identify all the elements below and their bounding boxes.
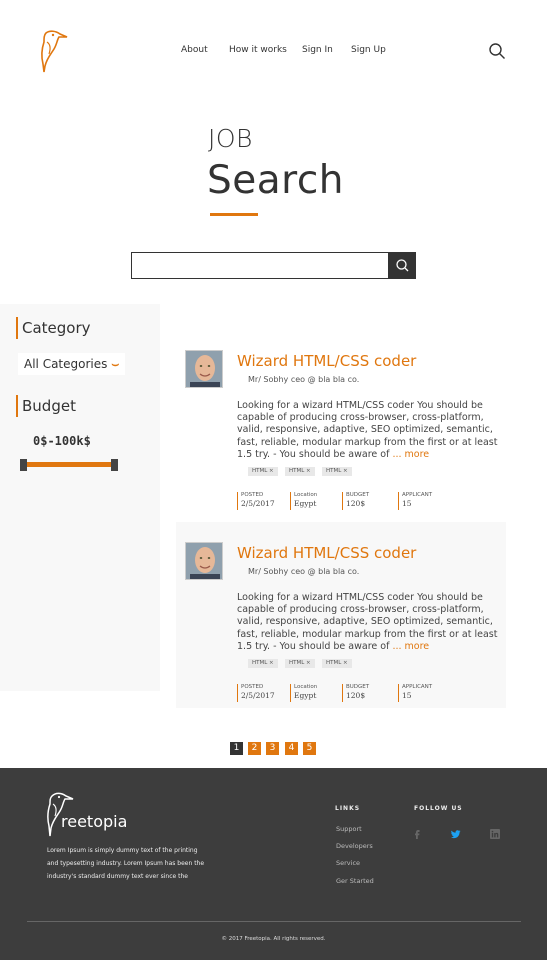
job-poster: Mr/ Sobhy ceo @ bla bla co.	[248, 567, 360, 576]
category-selected-value: All Categories	[24, 357, 108, 371]
meta-label: BUDGET	[346, 684, 370, 690]
footer-link-get-started[interactable]: Ger Started	[336, 877, 374, 885]
footer-copyright: © 2017 Freetopia. All rights reserved.	[221, 936, 326, 942]
meta-location: Location Egypt	[290, 492, 317, 510]
tag-chip[interactable]: HTML ×	[248, 659, 278, 668]
hero-underline	[210, 213, 258, 216]
meta-label: POSTED	[241, 684, 264, 690]
hero-title-line2: Search	[207, 158, 344, 203]
meta-budget: BUDGET 120$	[342, 492, 369, 510]
job-card[interactable]: Wizard HTML/CSS coder Mr/ Sobhy ceo @ bl…	[176, 330, 506, 516]
meta-location: Location Egypt	[290, 684, 317, 702]
category-select[interactable]: All Categories ⌣	[18, 353, 126, 375]
meta-label: Location	[294, 684, 318, 690]
meta-applicants: APPLICANT 15	[398, 492, 432, 510]
search-icon	[396, 259, 409, 272]
job-search-input[interactable]	[131, 252, 389, 279]
page-button-4[interactable]: 4	[285, 742, 298, 755]
meta-value: 2/5/2017	[241, 691, 275, 700]
footer-brand-name: reetopia	[61, 812, 128, 831]
meta-label: APPLICANT	[402, 684, 433, 690]
meta-value: Egypt	[294, 691, 317, 700]
page-button-5[interactable]: 5	[303, 742, 316, 755]
hero-title-line1: JOB	[208, 124, 253, 153]
footer-about-text: Lorem Ipsum is simply dummy text of the …	[47, 847, 205, 880]
page-button-2[interactable]: 2	[248, 742, 261, 755]
page: About How it works Sign In Sign Up JOB S…	[0, 0, 547, 960]
nav-sign-up-link[interactable]: Sign Up	[351, 45, 386, 55]
job-title[interactable]: Wizard HTML/CSS coder	[237, 544, 416, 562]
nav-about-link[interactable]: About	[181, 45, 208, 55]
more-link[interactable]: ... more	[392, 641, 429, 652]
category-heading: Category	[16, 317, 91, 339]
job-description-text: Looking for a wizard HTML/CSS coder You …	[237, 400, 498, 460]
meta-applicants: APPLICANT 15	[398, 684, 432, 702]
budget-slider-track[interactable]	[22, 462, 118, 467]
job-description-text: Looking for a wizard HTML/CSS coder You …	[237, 592, 498, 652]
job-poster: Mr/ Sobhy ceo @ bla bla co.	[248, 375, 360, 384]
chevron-down-icon: ⌣	[111, 357, 120, 371]
job-title[interactable]: Wizard HTML/CSS coder	[237, 352, 416, 370]
avatar	[185, 542, 223, 580]
budget-heading: Budget	[16, 395, 76, 417]
tag-chip[interactable]: HTML ×	[285, 659, 315, 668]
tag-chip[interactable]: HTML ×	[248, 467, 278, 476]
job-search-button[interactable]	[389, 252, 416, 279]
nav-sign-in-link[interactable]: Sign In	[302, 45, 333, 55]
footer-links-heading: LINKS	[335, 805, 361, 812]
facebook-icon[interactable]	[412, 826, 422, 839]
budget-slider-max-handle[interactable]	[111, 459, 118, 471]
twitter-icon[interactable]	[451, 826, 461, 839]
linkedin-icon[interactable]	[490, 826, 500, 839]
meta-value: 15	[402, 691, 412, 700]
footer-link-support[interactable]: Support	[336, 825, 362, 833]
tag-chip[interactable]: HTML ×	[285, 467, 315, 476]
page-button-1[interactable]: 1	[230, 742, 243, 755]
site-footer: reetopia Lorem Ipsum is simply dummy tex…	[0, 768, 547, 960]
job-description: Looking for a wizard HTML/CSS coder You …	[237, 400, 509, 461]
footer-follow-heading: FOLLOW US	[414, 805, 463, 812]
job-card[interactable]: Wizard HTML/CSS coder Mr/ Sobhy ceo @ bl…	[176, 522, 506, 708]
meta-label: BUDGET	[346, 492, 370, 498]
meta-label: Location	[294, 492, 318, 498]
search-icon[interactable]	[488, 42, 506, 60]
more-link[interactable]: ... more	[392, 449, 429, 460]
meta-value: Egypt	[294, 499, 317, 508]
meta-posted: POSTED 2/5/2017	[237, 684, 275, 702]
footer-link-developers[interactable]: Developers	[336, 842, 373, 850]
budget-slider-min-handle[interactable]	[20, 459, 27, 471]
tag-chip[interactable]: HTML ×	[322, 659, 352, 668]
meta-label: POSTED	[241, 492, 264, 498]
meta-value: 120$	[346, 691, 366, 700]
footer-link-service[interactable]: Service	[336, 859, 360, 867]
avatar	[185, 350, 223, 388]
meta-label: APPLICANT	[402, 492, 433, 498]
page-button-3[interactable]: 3	[266, 742, 279, 755]
meta-budget: BUDGET 120$	[342, 684, 369, 702]
meta-value: 2/5/2017	[241, 499, 275, 508]
tag-chip[interactable]: HTML ×	[322, 467, 352, 476]
job-description: Looking for a wizard HTML/CSS coder You …	[237, 592, 509, 653]
footer-divider	[27, 921, 521, 922]
meta-value: 120$	[346, 499, 366, 508]
meta-posted: POSTED 2/5/2017	[237, 492, 275, 510]
meta-value: 15	[402, 499, 412, 508]
budget-range-value: 0$-100k$	[33, 434, 91, 448]
nav-how-it-works-link[interactable]: How it works	[229, 45, 287, 55]
main-nav: About How it works Sign In Sign Up	[0, 45, 547, 59]
